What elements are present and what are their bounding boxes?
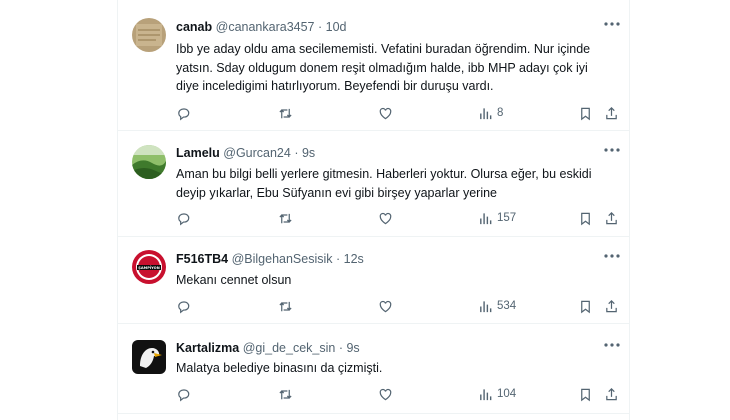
views-icon [478, 387, 493, 402]
tweet-item[interactable]: Kartalizma @gi_de_cek_sin · 9s Malatya b… [118, 324, 629, 414]
more-icon[interactable] [601, 338, 623, 352]
views-count: 157 [497, 212, 517, 224]
user-handle[interactable]: @BilgehanSesisik [232, 252, 333, 266]
avatar-badge-text: ŞAMPİYON [138, 265, 159, 270]
share-button[interactable] [604, 210, 619, 226]
like-icon [378, 211, 393, 226]
bookmark-icon [578, 211, 593, 226]
share-button[interactable] [604, 105, 619, 121]
user-handle[interactable]: @gi_de_cek_sin [243, 341, 336, 355]
avatar[interactable] [132, 340, 166, 374]
reply-button[interactable] [176, 298, 191, 314]
like-button[interactable] [378, 298, 393, 314]
share-icon [604, 387, 619, 402]
bookmark-icon [578, 387, 593, 402]
display-name[interactable]: Lamelu [176, 146, 220, 160]
views-button[interactable]: 104 [478, 386, 516, 402]
tweet-item[interactable]: canab @canankara3457 · 10d Ibb ye aday o… [118, 0, 629, 131]
retweet-button[interactable] [278, 386, 293, 402]
retweet-icon [278, 299, 293, 314]
tweet-actions: 534 [176, 298, 619, 314]
retweet-button[interactable] [278, 298, 293, 314]
tweet-text: Mekanı cennet olsun [176, 273, 292, 287]
retweet-icon [278, 387, 293, 402]
share-button[interactable] [604, 298, 619, 314]
share-icon [604, 299, 619, 314]
tweet-actions: 8 [176, 105, 619, 121]
like-icon [378, 387, 393, 402]
tweet-text: Aman bu bilgi belli yerlere gitmesin. Ha… [176, 167, 592, 200]
reply-feed: canab @canankara3457 · 10d Ibb ye aday o… [117, 0, 630, 420]
avatar[interactable] [132, 18, 166, 52]
share-icon [604, 106, 619, 121]
share-icon [604, 211, 619, 226]
more-icon[interactable] [601, 143, 623, 157]
views-count: 8 [497, 107, 504, 119]
tweet-header: Kartalizma @gi_de_cek_sin · 9s [176, 341, 360, 355]
tweet-item[interactable]: Lamelu @Gurcan24 · 9s Aman bu bilgi bell… [118, 131, 629, 237]
display-name[interactable]: F516TB4 [176, 252, 228, 266]
views-button[interactable]: 8 [478, 105, 503, 121]
share-button[interactable] [604, 386, 619, 402]
timestamp[interactable]: 12s [344, 252, 364, 266]
reply-button[interactable] [176, 105, 191, 121]
retweet-button[interactable] [278, 105, 293, 121]
bookmark-button[interactable] [578, 105, 593, 121]
avatar[interactable]: ŞAMPİYON [132, 250, 166, 284]
bookmark-icon [578, 299, 593, 314]
like-icon [378, 106, 393, 121]
views-icon [478, 211, 493, 226]
timestamp[interactable]: 9s [346, 341, 359, 355]
views-icon [478, 106, 493, 121]
reply-button[interactable] [176, 386, 191, 402]
reply-icon [176, 211, 191, 226]
tweet-item[interactable]: ŞAMPİYON F516TB4 @BilgehanSesisik · 12s … [118, 237, 629, 324]
more-icon[interactable] [601, 249, 623, 263]
views-count: 534 [497, 300, 517, 312]
reply-icon [176, 299, 191, 314]
reply-icon [176, 106, 191, 121]
like-button[interactable] [378, 386, 393, 402]
tweet-header: Lamelu @Gurcan24 · 9s [176, 146, 316, 160]
more-icon[interactable] [601, 17, 623, 31]
bookmark-button[interactable] [578, 386, 593, 402]
reply-icon [176, 387, 191, 402]
avatar[interactable] [132, 145, 166, 179]
bookmark-button[interactable] [578, 210, 593, 226]
tweet-header: canab @canankara3457 · 10d [176, 20, 347, 34]
retweet-icon [278, 211, 293, 226]
display-name[interactable]: Kartalizma [176, 341, 239, 355]
timestamp[interactable]: 9s [302, 146, 315, 160]
tweet-actions: 157 [176, 210, 619, 226]
like-button[interactable] [378, 210, 393, 226]
retweet-icon [278, 106, 293, 121]
views-button[interactable]: 534 [478, 298, 516, 314]
views-button[interactable]: 157 [478, 210, 516, 226]
display-name[interactable]: canab [176, 20, 212, 34]
bookmark-button[interactable] [578, 298, 593, 314]
user-handle[interactable]: @Gurcan24 [223, 146, 291, 160]
timestamp[interactable]: 10d [326, 20, 347, 34]
tweet-header: F516TB4 @BilgehanSesisik · 12s [176, 252, 364, 266]
tweet-actions: 104 [176, 386, 619, 402]
like-icon [378, 299, 393, 314]
user-handle[interactable]: @canankara3457 [216, 20, 315, 34]
like-button[interactable] [378, 105, 393, 121]
retweet-button[interactable] [278, 210, 293, 226]
bookmark-icon [578, 106, 593, 121]
tweet-text: Malatya belediye binasını da çizmişti. [176, 361, 383, 375]
tweet-text: Ibb ye aday oldu ama secilememisti. Vefa… [176, 42, 591, 93]
views-count: 104 [497, 388, 517, 400]
reply-button[interactable] [176, 210, 191, 226]
views-icon [478, 299, 493, 314]
